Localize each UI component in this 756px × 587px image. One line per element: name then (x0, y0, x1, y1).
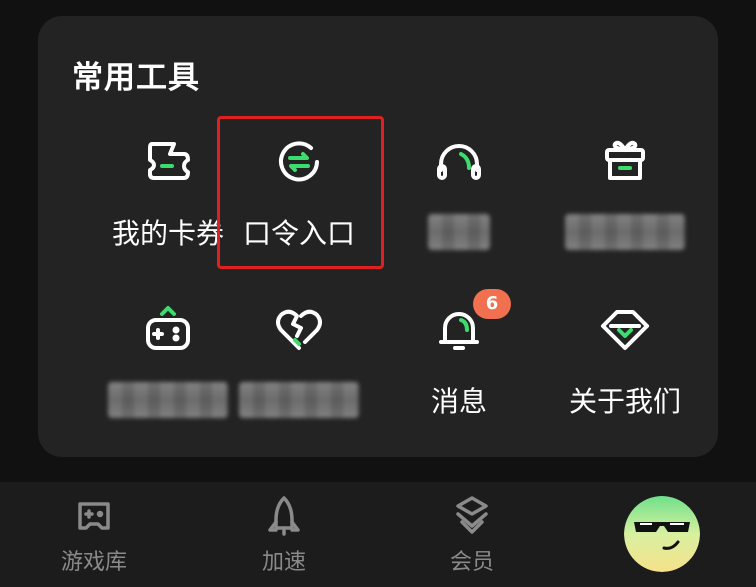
tool-label: 关于我们 (568, 385, 681, 418)
tab-member[interactable]: 会员 (412, 494, 532, 584)
tab-game-library[interactable]: 游戏库 (34, 494, 154, 584)
rocket-tab-icon (262, 494, 306, 538)
tool-about-us[interactable]: 关于我们 (540, 302, 710, 472)
gamepad-icon (140, 302, 196, 358)
tool-favorites[interactable] (214, 302, 384, 472)
card-title: 常用工具 (72, 60, 200, 96)
tool-messages[interactable]: 消息 (374, 302, 544, 472)
tab-label: 加速 (261, 550, 306, 575)
blurred-label (239, 382, 359, 418)
tool-gift[interactable] (540, 134, 710, 304)
message-count-badge: 6 (473, 289, 511, 319)
tab-accelerate[interactable]: 加速 (224, 494, 344, 584)
highlight-box (217, 116, 384, 269)
blurred-label (565, 214, 685, 250)
coupon-icon (140, 134, 196, 190)
member-tab-icon (450, 494, 494, 538)
headset-icon (431, 134, 487, 190)
heart-icon (271, 302, 327, 358)
tab-label: 会员 (449, 550, 494, 575)
logo-heart-icon (597, 302, 653, 358)
avatar[interactable] (624, 496, 700, 572)
tab-label: 游戏库 (60, 550, 127, 575)
gamepad-tab-icon (72, 494, 116, 538)
blurred-label (428, 214, 490, 250)
gift-box-icon (597, 134, 653, 190)
tool-label: 消息 (430, 385, 487, 418)
tool-customer-service[interactable] (374, 134, 544, 304)
blurred-label (108, 382, 228, 418)
